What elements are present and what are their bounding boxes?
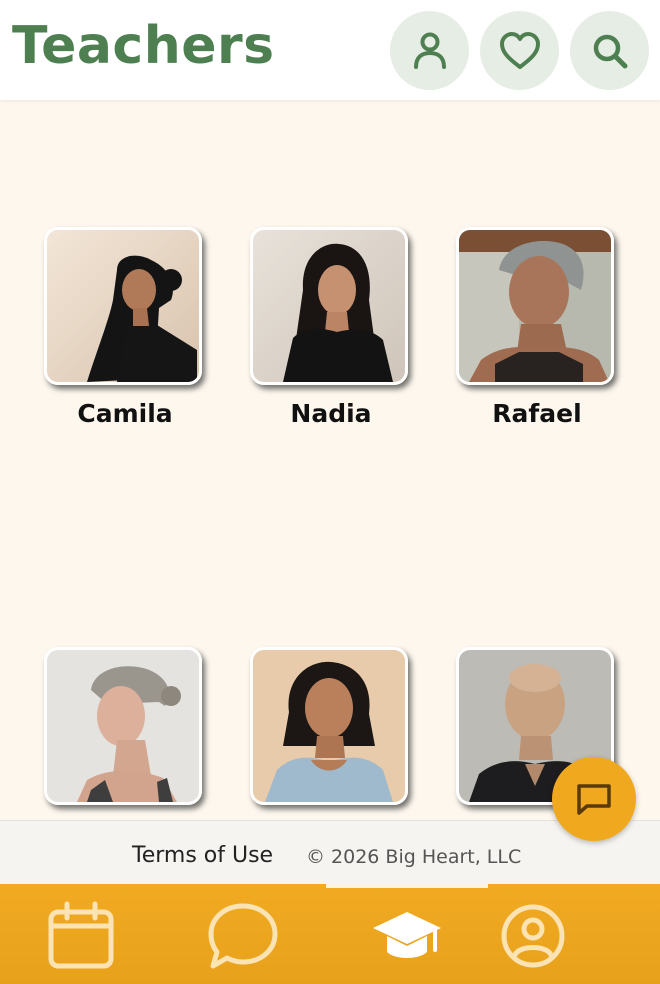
teacher-grid: Camila Nadia Rafael [0, 100, 660, 820]
profile-icon [501, 904, 565, 968]
teacher-card-camila[interactable]: Camila [44, 227, 206, 428]
chat-bubble-icon [208, 903, 278, 969]
terms-of-use-link[interactable]: Terms of Use [132, 843, 273, 868]
nav-item-profile[interactable] [488, 896, 578, 976]
copyright-text: © 2026 Big Heart, LLC [306, 846, 522, 868]
teacher-photo [44, 647, 202, 805]
search-icon [593, 34, 627, 68]
teacher-card-nadia[interactable]: Nadia [250, 227, 412, 428]
bottom-nav [0, 884, 660, 984]
active-tab-indicator [326, 884, 488, 888]
person-icon [413, 32, 446, 69]
teacher-name: Rafael [492, 399, 582, 428]
nav-item-calendar[interactable] [36, 896, 126, 976]
teacher-photo [44, 227, 202, 385]
teacher-card-rafael[interactable]: Rafael [456, 227, 618, 428]
profile-button[interactable] [390, 11, 469, 90]
footer-bar: Terms of Use © 2026 Big Heart, LLC [0, 820, 660, 884]
teacher-photo [250, 227, 408, 385]
teacher-name: Nadia [290, 399, 372, 428]
nav-item-messages[interactable] [198, 896, 288, 976]
calendar-icon [48, 901, 114, 969]
nav-item-teachers[interactable] [362, 896, 452, 976]
teacher-photo [456, 227, 614, 385]
app-header: Teachers [0, 0, 660, 100]
heart-icon [499, 31, 540, 69]
favorites-button[interactable] [480, 11, 559, 90]
chat-icon [577, 784, 611, 815]
teacher-card[interactable] [250, 647, 412, 819]
graduation-cap-icon [373, 912, 441, 958]
page-title: Teachers [12, 16, 275, 76]
chat-fab-button[interactable] [552, 757, 636, 841]
teacher-photo [250, 647, 408, 805]
teacher-name: Camila [77, 399, 173, 428]
search-button[interactable] [570, 11, 649, 90]
teacher-card[interactable] [44, 647, 206, 819]
